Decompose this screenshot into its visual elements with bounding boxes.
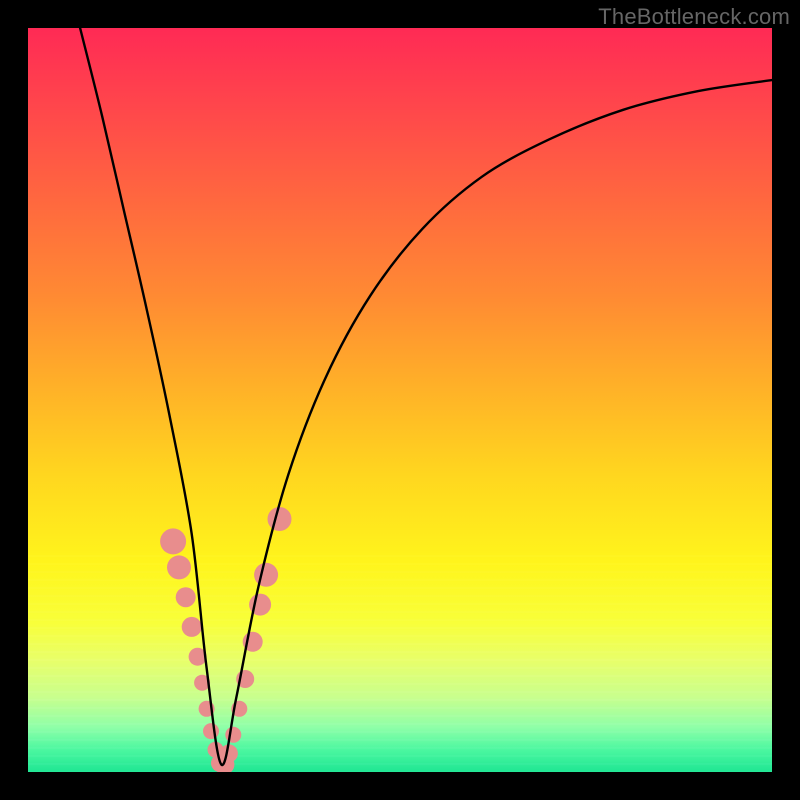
bottleneck-curve-path [80,28,772,765]
marker-dot [176,587,196,607]
marker-dot [203,723,219,739]
curve-layer [28,28,772,772]
marker-dot [182,617,202,637]
marker-group [160,507,291,772]
marker-dot [225,727,241,743]
marker-dot [254,563,278,587]
plot-area [28,28,772,772]
marker-dot [167,555,191,579]
watermark-text: TheBottleneck.com [598,4,790,30]
marker-dot [268,507,292,531]
chart-frame: TheBottleneck.com [0,0,800,800]
marker-dot [160,528,186,554]
